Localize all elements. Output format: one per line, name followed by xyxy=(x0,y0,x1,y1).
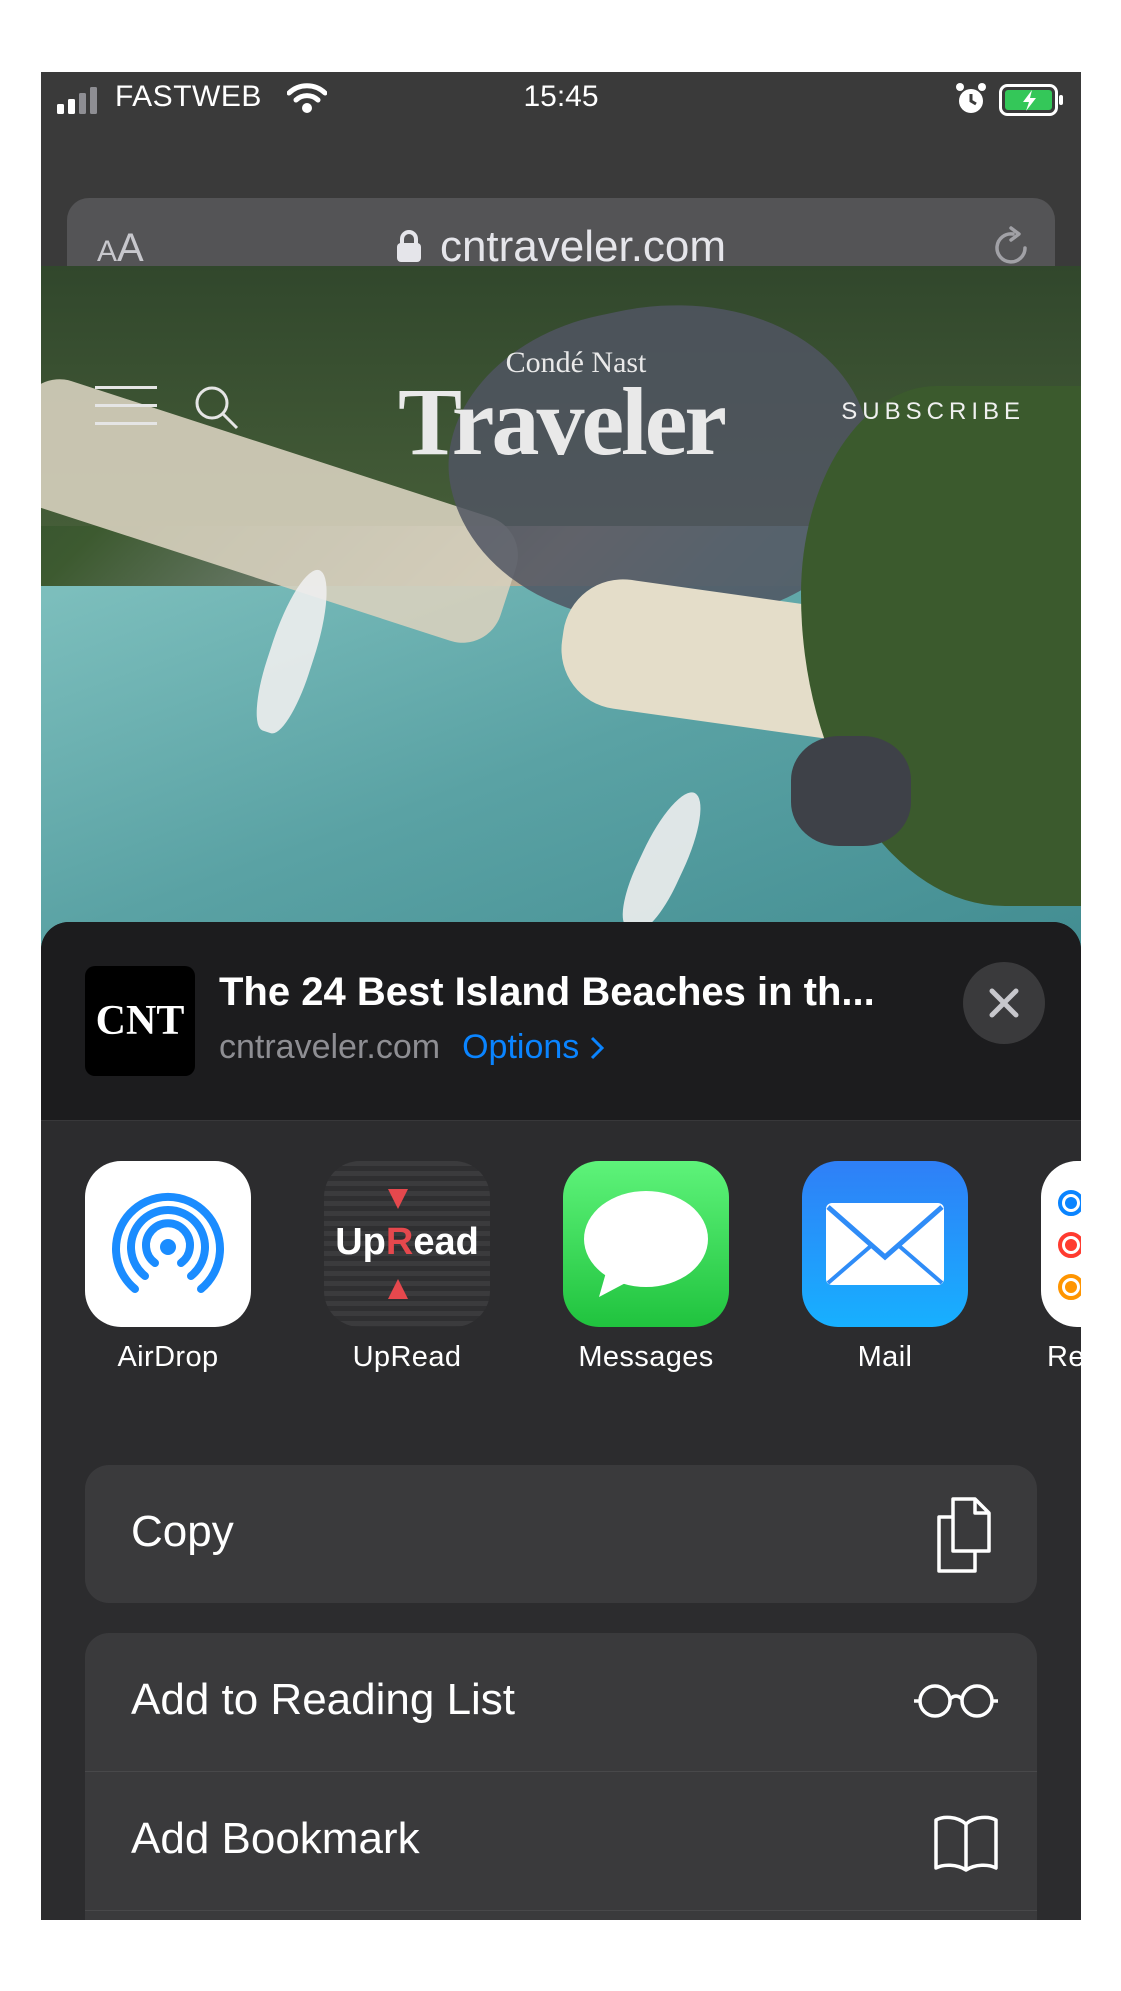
action-copy[interactable]: Copy xyxy=(85,1465,1037,1603)
lock-icon xyxy=(396,230,421,262)
upread-logo-up: Up xyxy=(335,1221,386,1263)
upread-icon: UpRead xyxy=(324,1161,490,1327)
mail-icon xyxy=(802,1161,968,1327)
share-sheet-header: CNT The 24 Best Island Beaches in th... … xyxy=(41,922,1081,1121)
app-label: Messages xyxy=(578,1341,714,1373)
action-label: Add to Reading List xyxy=(131,1675,516,1724)
page-domain: cntraveler.com xyxy=(219,1028,441,1066)
app-label: Mail xyxy=(857,1341,913,1373)
action-add-reading-list[interactable]: Add to Reading List xyxy=(85,1633,1037,1772)
options-button[interactable]: Options xyxy=(462,1028,605,1066)
alarm-icon xyxy=(956,83,986,113)
app-label: AirDrop xyxy=(117,1341,219,1373)
action-add-bookmark[interactable]: Add Bookmark xyxy=(85,1772,1037,1911)
share-actions: Copy Add to Reading List Add Bookmark xyxy=(41,1421,1081,1920)
app-label: UpRead xyxy=(352,1341,462,1373)
action-next-partial[interactable] xyxy=(85,1911,1037,1920)
reminders-icon xyxy=(1041,1161,1081,1327)
share-sheet: CNT The 24 Best Island Beaches in th... … xyxy=(41,922,1081,1920)
action-group-library: Add to Reading List Add Bookmark xyxy=(85,1633,1037,1920)
status-bar: FASTWEB 15:45 xyxy=(41,72,1081,132)
app-reminders[interactable]: Re xyxy=(1041,1161,1081,1374)
upread-logo-ead: ead xyxy=(413,1221,479,1263)
battery-charging-icon xyxy=(999,84,1063,116)
upread-logo-text: UpRead xyxy=(324,1221,490,1264)
close-button[interactable] xyxy=(963,962,1045,1044)
glasses-icon xyxy=(914,1684,998,1718)
action-label: Add Bookmark xyxy=(131,1814,420,1863)
options-label: Options xyxy=(462,1028,580,1066)
chevron-right-icon xyxy=(590,1036,604,1060)
airdrop-icon xyxy=(85,1161,251,1327)
subscribe-link[interactable]: SUBSCRIBE xyxy=(841,398,1025,426)
book-icon xyxy=(934,1815,998,1872)
url-text: cntraveler.com xyxy=(439,222,727,271)
app-upread[interactable]: UpRead UpRead xyxy=(324,1161,490,1374)
hero-beach-image: Condé Nast Traveler SUBSCRIBE xyxy=(41,266,1081,1006)
close-icon xyxy=(989,988,1019,1018)
app-label: Re xyxy=(1047,1341,1081,1373)
reload-icon[interactable] xyxy=(989,226,1033,270)
app-messages[interactable]: Messages xyxy=(563,1161,729,1374)
action-label: Copy xyxy=(131,1507,234,1556)
action-group-copy: Copy xyxy=(85,1465,1037,1603)
copy-icon xyxy=(937,1497,991,1573)
app-mail[interactable]: Mail xyxy=(802,1161,968,1374)
phone-screen: FASTWEB 15:45 AA cntraveler.com Condé Na… xyxy=(41,72,1081,1920)
upread-logo-r: R xyxy=(385,1221,414,1263)
share-apps-row: AirDrop UpRead UpRead Messages Mail Re xyxy=(41,1121,1081,1421)
url-text-wrapper: cntraveler.com xyxy=(67,222,1055,272)
page-domain-line: cntraveler.com Options xyxy=(219,1028,605,1067)
site-icon: CNT xyxy=(85,966,195,1076)
messages-icon xyxy=(563,1161,729,1327)
app-airdrop[interactable]: AirDrop xyxy=(85,1161,251,1374)
page-title: The 24 Best Island Beaches in th... xyxy=(219,970,875,1014)
status-time: 15:45 xyxy=(523,80,599,113)
